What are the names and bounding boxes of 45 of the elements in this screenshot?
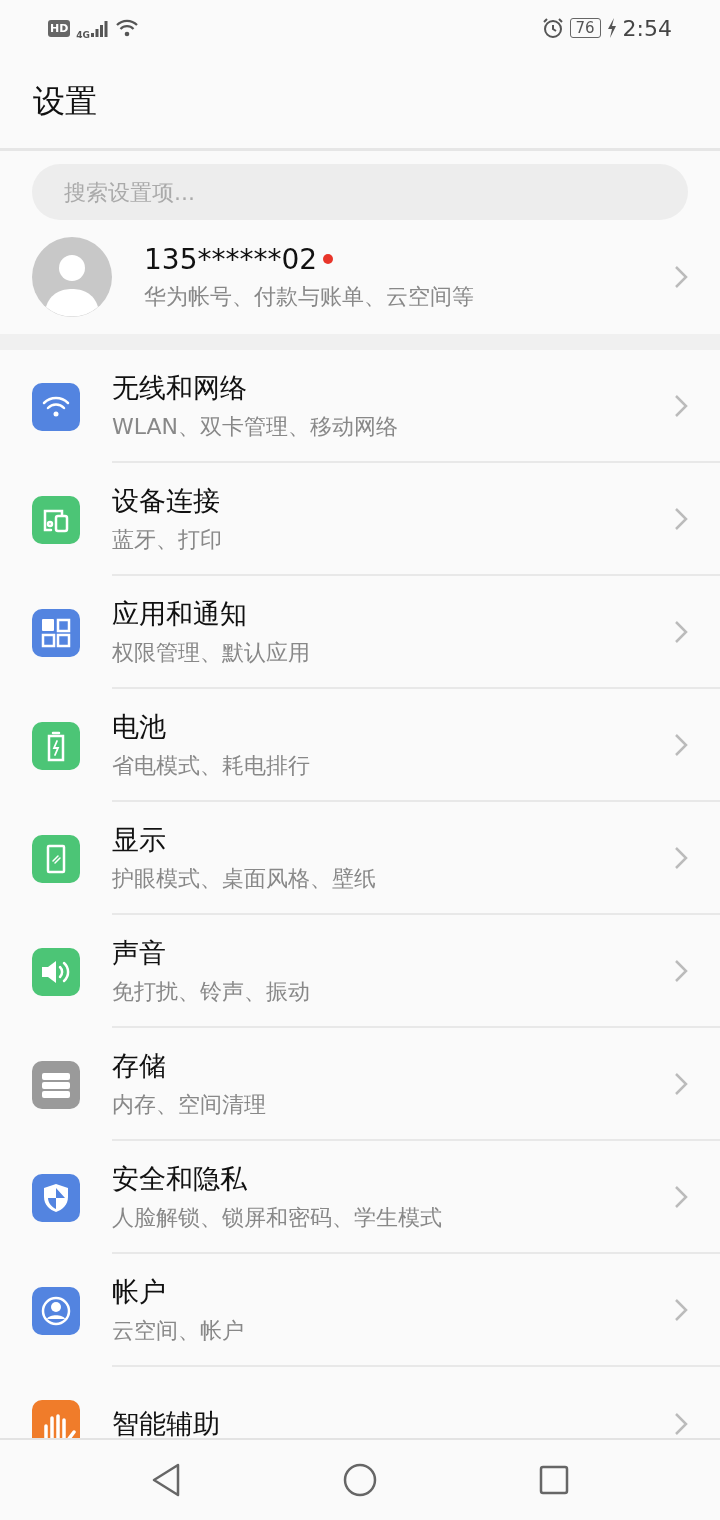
account-name[interactable]: 135******02	[144, 242, 318, 276]
alarm-icon	[541, 17, 564, 39]
setting-title[interactable]: 显示	[112, 821, 674, 858]
chevron-right-icon	[674, 393, 688, 418]
wifi-icon	[115, 18, 139, 38]
chevron-right-icon	[674, 1411, 688, 1436]
battery-level: 76	[569, 18, 601, 38]
setting-title[interactable]: 电池	[112, 708, 674, 745]
setting-title[interactable]: 帐户	[112, 1273, 674, 1310]
charging-icon	[606, 18, 617, 38]
clock-time: 2:54	[622, 15, 672, 41]
chevron-right-icon	[674, 506, 688, 531]
chevron-right-icon	[674, 1184, 688, 1209]
recents-icon[interactable]	[539, 1465, 569, 1495]
setting-subtitle: 内存、空间清理	[112, 1090, 267, 1119]
chevron-right-icon	[674, 265, 688, 289]
chevron-right-icon	[674, 1297, 688, 1322]
setting-subtitle: 免打扰、铃声、振动	[112, 977, 311, 1006]
chevron-right-icon	[674, 619, 688, 644]
setting-title[interactable]: 无线和网络	[112, 369, 674, 406]
setting-subtitle: 护眼模式、桌面风格、壁纸	[112, 864, 377, 893]
chevron-right-icon	[674, 958, 688, 983]
setting-title[interactable]: 应用和通知	[112, 595, 674, 632]
setting-subtitle: 云空间、帐户	[112, 1316, 245, 1345]
setting-subtitle: 人脸解锁、锁屏和密码、学生模式	[112, 1203, 443, 1232]
chevron-right-icon	[674, 1071, 688, 1096]
setting-subtitle: 省电模式、耗电排行	[112, 751, 311, 780]
setting-title[interactable]: 设备连接	[112, 482, 674, 519]
network-type: 4G	[76, 30, 90, 40]
setting-title[interactable]: 存储	[112, 1047, 674, 1084]
search-field[interactable]: 搜索设置项...	[32, 164, 688, 220]
setting-subtitle: WLAN、双卡管理、移动网络	[112, 412, 400, 441]
setting-subtitle: 权限管理、默认应用	[112, 638, 311, 667]
setting-subtitle: 蓝牙、打印	[112, 525, 223, 554]
setting-title[interactable]: 智能辅助	[112, 1405, 674, 1438]
setting-title[interactable]: 声音	[112, 934, 674, 971]
chevron-right-icon	[674, 845, 688, 870]
chevron-right-icon	[674, 732, 688, 757]
setting-title[interactable]: 安全和隐私	[112, 1160, 674, 1197]
home-icon[interactable]	[343, 1463, 377, 1497]
page-title: 设置	[33, 81, 97, 122]
signal-icon	[91, 19, 109, 37]
hd-badge: HD	[48, 19, 71, 37]
account-subtitle: 华为帐号、付款与账单、云空间等	[144, 282, 475, 311]
back-icon[interactable]	[151, 1463, 181, 1497]
